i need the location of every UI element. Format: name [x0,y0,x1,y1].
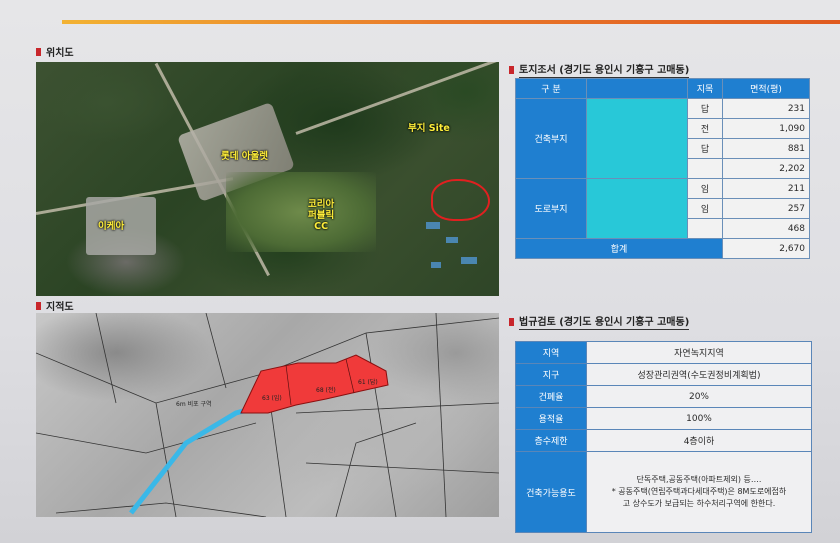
location-section-title: 위치도 [36,44,74,59]
golf-label: 코리아 퍼블릭 CC [308,199,335,232]
subtotal-cell: 468 [722,218,810,239]
site-label: 부지 Site [408,123,450,134]
factory-roofs [421,212,491,282]
cadastral-title-text: 지적도 [46,302,74,313]
bullet-icon [509,65,514,74]
row-value: 자연녹지지역 [586,341,812,364]
subtotal-cell: 2,202 [722,158,810,179]
ikea-label: 이케아 [98,221,125,232]
bullet-icon [36,47,41,56]
area-cell: 211 [722,178,810,199]
page: 위치도 부지 Site 롯데 아울렛 이케아 코리아 퍼블릭 CC 지적도 6m… [0,0,840,543]
jimok-cell: 임 [687,178,723,199]
area-cell: 231 [722,98,810,119]
jimok-cell: 임 [687,198,723,219]
group-label: 건축부지 [515,98,587,179]
road-label: 6m 비포 구역 [176,401,212,408]
row-value: 100% [586,407,812,430]
top-accent-line [62,20,840,24]
jimok-cell [687,218,723,239]
legal-review-table: 지역 자연녹지지역 지구 성장관리권역(수도권정비계획법) 건폐율 20% 용적… [515,341,812,533]
table-row: 건축부지 답 231 [515,98,810,179]
cadastral-map: 6m 비포 구역 63 (임) 68 (전) 61 (답) [36,313,499,517]
header-cell [586,78,688,99]
land-survey-table: 구 분 지목 면적(평) 건축부지 답 231 전 1,090 답 881 2,… [515,78,810,259]
header-cell: 지목 [687,78,723,99]
golf-course-area [226,172,376,252]
legal-review-title: 법규검토 (경기도 용인시 기흥구 고매동) [509,313,690,330]
table-row: 층수제한 4층이하 [515,429,812,452]
area-cell: 881 [722,138,810,159]
lotte-label: 롯데 아울렛 [221,151,269,162]
table-row: 용적율 100% [515,407,812,430]
jimok-cell: 답 [687,98,723,119]
header-cell: 구 분 [515,78,587,99]
row-value: 성장관리권역(수도권정비계획법) [586,363,812,386]
row-value: 4층이하 [586,429,812,452]
row-value: 20% [586,385,812,408]
jimok-cell [687,158,723,179]
usage-line: * 공동주택(연립주택과다세대주택)은 8M도로에접하 [611,487,787,496]
total-label: 합계 [515,238,723,259]
area-cell: 257 [722,198,810,219]
header-cell: 면적(평) [722,78,810,99]
bullet-icon [36,301,41,310]
cadastral-drawing [36,313,499,517]
usage-value: 단독주택,공동주택(아파트제외) 등…. * 공동주택(연립주택과다세대주택)은… [586,451,812,533]
usage-line: 단독주택,공동주택(아파트제외) 등…. [636,475,762,484]
masked-cell [586,98,688,179]
land-survey-title: 토지조서 (경기도 용인시 기흥구 고매동) [509,61,690,78]
row-key: 건폐율 [515,385,587,408]
row-key: 용적율 [515,407,587,430]
row-key: 건축가능용도 [515,451,587,533]
table-total-row: 합계 2,670 [515,238,810,259]
table-header-row: 구 분 지목 면적(평) [515,78,810,99]
jimok-cell: 전 [687,118,723,139]
jimok-cell: 답 [687,138,723,159]
road-line [295,62,499,135]
parcel-label-63: 63 (임) [262,395,282,402]
group-label: 도로부지 [515,178,587,239]
masked-cell [586,178,688,239]
table-row: 지역 자연녹지지역 [515,341,812,364]
row-key: 지구 [515,363,587,386]
parcel-label-68: 68 (전) [316,387,336,394]
area-cell: 1,090 [722,118,810,139]
cadastral-section-title: 지적도 [36,298,74,313]
table-row: 건폐율 20% [515,385,812,408]
site-outline [431,179,490,221]
land-survey-title-text: 토지조서 (경기도 용인시 기흥구 고매동) [519,61,690,78]
location-title-text: 위치도 [46,48,74,59]
access-road [129,406,252,515]
row-key: 층수제한 [515,429,587,452]
table-row: 건축가능용도 단독주택,공동주택(아파트제외) 등…. * 공동주택(연립주택과… [515,451,812,533]
bullet-icon [509,317,514,326]
satellite-map: 부지 Site 롯데 아울렛 이케아 코리아 퍼블릭 CC [36,62,499,296]
usage-line: 고 상수도가 보급되는 하수처리구역에 한한다. [622,499,776,508]
legal-review-title-text: 법규검토 (경기도 용인시 기흥구 고매동) [519,313,690,330]
table-row: 도로부지 임 211 [515,178,810,239]
parcel-label-61: 61 (답) [358,379,378,386]
table-row: 지구 성장관리권역(수도권정비계획법) [515,363,812,386]
row-key: 지역 [515,341,587,364]
total-value: 2,670 [722,238,810,259]
